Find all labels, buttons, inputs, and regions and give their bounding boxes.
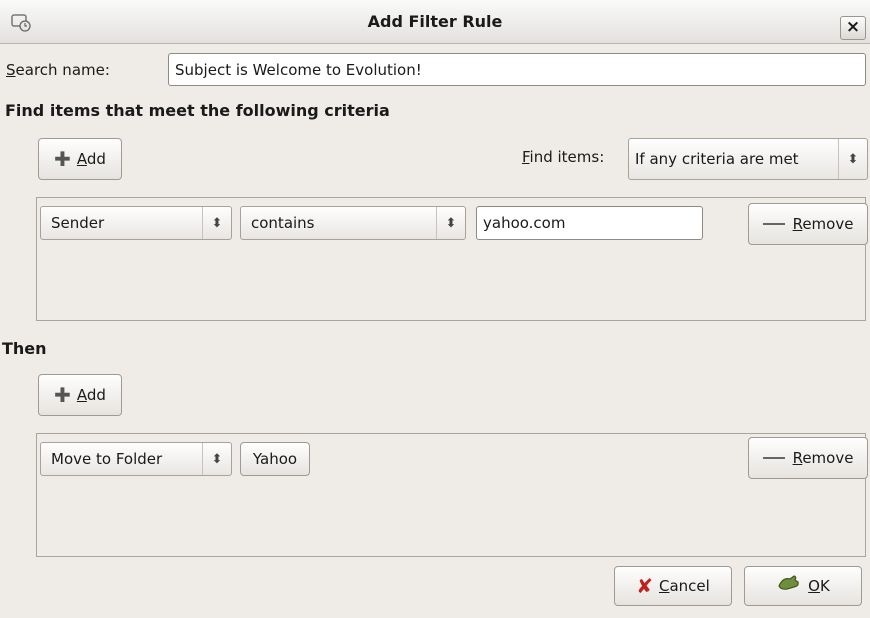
ok-button[interactable]: OK <box>744 566 862 606</box>
criterion-operator-select[interactable]: contains ⬍ <box>240 206 466 240</box>
remove-action-button[interactable]: Remove <box>748 437 868 479</box>
find-items-select[interactable]: If any criteria are met ⬍ <box>628 138 868 180</box>
updown-arrow-icon: ⬍ <box>202 207 231 239</box>
cancel-x-icon: ✘ <box>636 574 653 598</box>
minus-icon <box>762 457 785 459</box>
minus-icon <box>762 223 785 225</box>
folder-chooser-button[interactable]: Yahoo <box>240 442 310 476</box>
then-heading: Then <box>2 339 47 358</box>
updown-arrow-icon: ⬍ <box>202 443 231 475</box>
criterion-field-select[interactable]: Sender ⬍ <box>40 206 232 240</box>
updown-arrow-icon: ⬍ <box>838 139 867 179</box>
plus-icon: ✚ <box>54 383 71 407</box>
add-action-button[interactable]: ✚ Add <box>38 374 122 416</box>
action-type-select[interactable]: Move to Folder ⬍ <box>40 442 232 476</box>
search-name-label: Search name: <box>6 61 110 79</box>
updown-arrow-icon: ⬍ <box>436 207 465 239</box>
plus-icon: ✚ <box>54 147 71 171</box>
window-title: Add Filter Rule <box>367 12 503 31</box>
close-button[interactable]: × <box>840 16 866 40</box>
criterion-value-input[interactable]: yahoo.com <box>476 206 703 240</box>
search-name-input[interactable]: Subject is Welcome to Evolution! <box>168 53 866 86</box>
close-icon: × <box>845 17 861 37</box>
remove-criterion-button[interactable]: Remove <box>748 203 868 245</box>
add-criterion-button[interactable]: ✚ Add <box>38 138 122 180</box>
find-items-label: Find items: <box>522 148 605 166</box>
cancel-button[interactable]: ✘ Cancel <box>614 566 732 606</box>
criteria-heading: Find items that meet the following crite… <box>5 101 390 120</box>
ok-hand-icon <box>776 574 802 598</box>
